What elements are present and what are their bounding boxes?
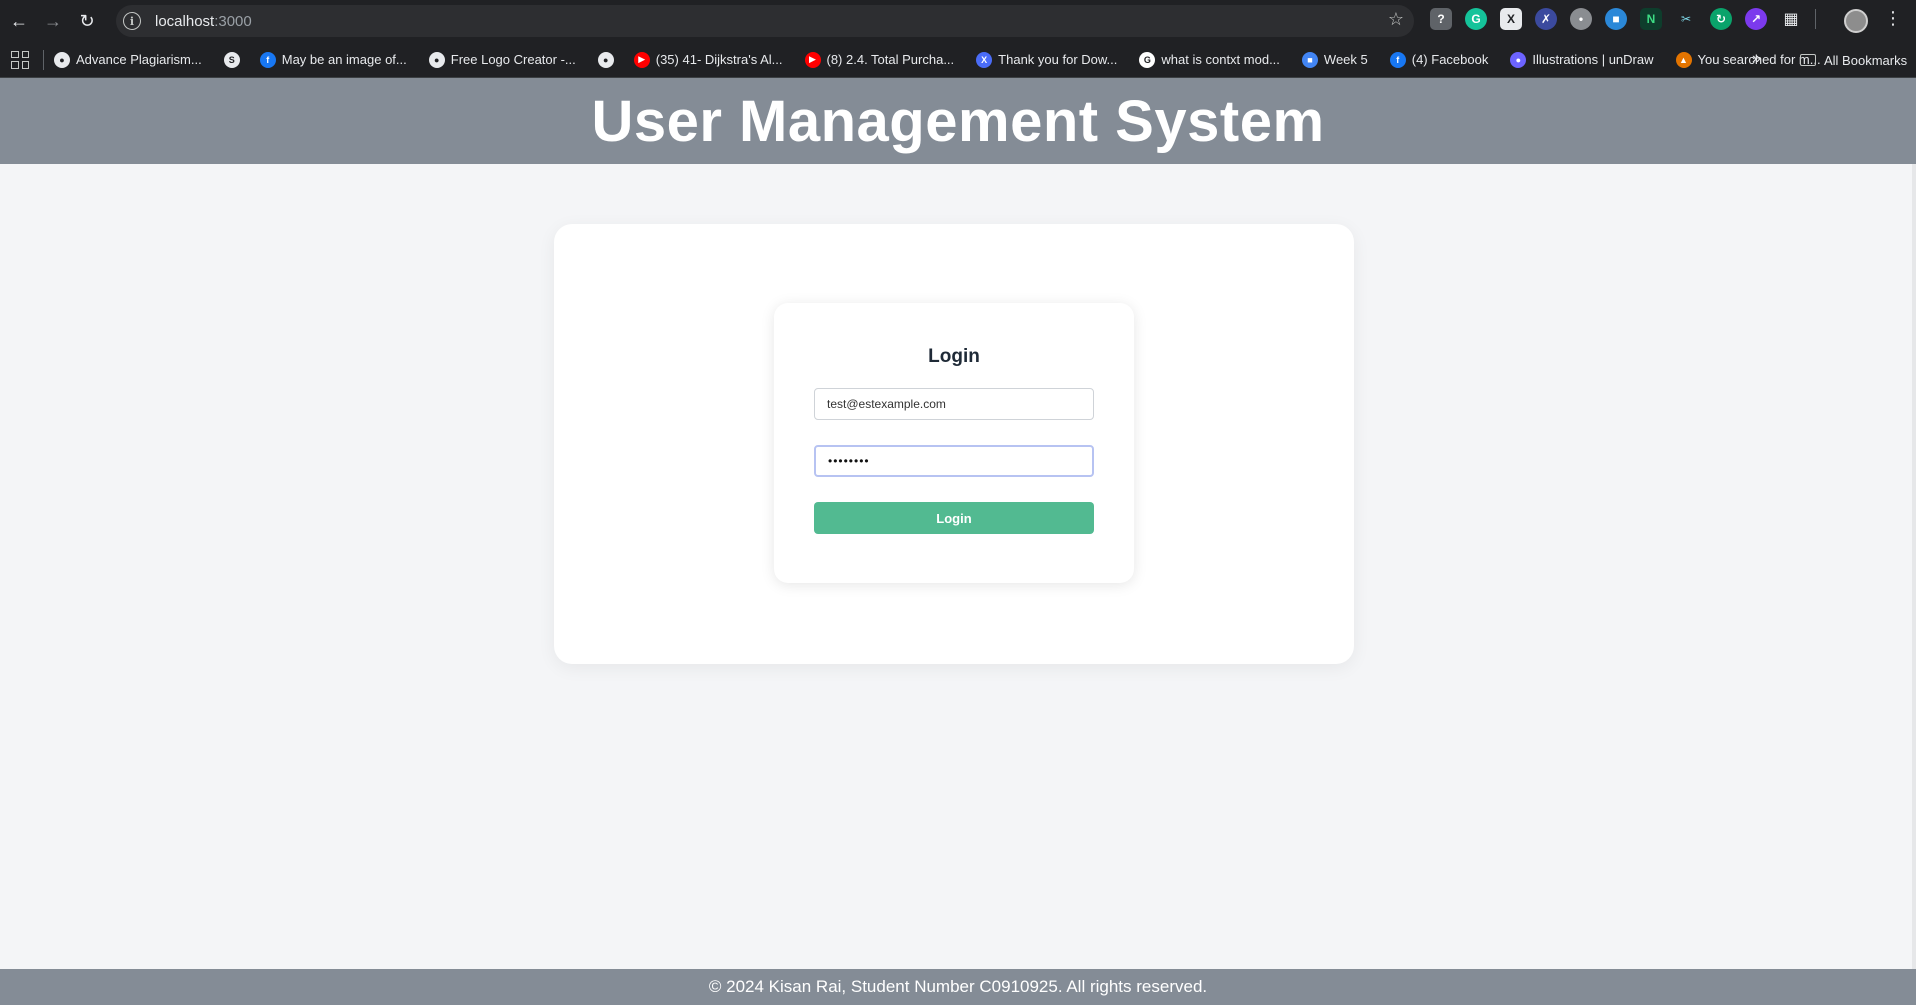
folder-icon (1800, 54, 1816, 66)
more-bookmarks-icon[interactable]: » (1752, 50, 1761, 68)
profile-avatar[interactable] (1844, 9, 1868, 33)
bookmarks-bar: ● Advance Plagiarism... Sf May be an image … (0, 42, 1916, 78)
login-card: Login Login (774, 303, 1134, 583)
login-button[interactable]: Login (814, 502, 1094, 534)
bookmark-label: (35) 41- Dijkstra's Al... (655, 52, 783, 67)
bookmark-item[interactable]: f May be an image of... (259, 51, 407, 68)
bookmark-item[interactable]: ● Illustrations | unDraw (1510, 51, 1654, 68)
browser-toolbar: ← → ↻ i localhost:3000 ☆ ? G X ✗ • ■ N ✂… (0, 0, 1916, 42)
bookmark-item[interactable]: f (4) Facebook (1389, 51, 1489, 68)
gray-extension-icon[interactable]: • (1570, 8, 1592, 30)
url-port: :3000 (214, 12, 252, 30)
app-header: User Management System (0, 78, 1916, 164)
sst-icon: S (223, 51, 240, 68)
url-host: localhost (155, 12, 215, 30)
puzzle-extensions-icon[interactable]: ▦ (1780, 8, 1802, 30)
reload-icon[interactable]: ↻ (72, 6, 102, 36)
bookmark-label: Free Logo Creator -... (450, 52, 576, 67)
bookmark-star-icon[interactable]: ☆ (1388, 9, 1404, 30)
undraw-icon: ● (1510, 51, 1527, 68)
page-title: User Management System (591, 88, 1325, 154)
bookmark-label: what is contxt mod... (1161, 52, 1280, 67)
footer-copyright: © 2024 Kisan Rai, Student Number C091092… (708, 977, 1208, 996)
bookmark-item[interactable]: S (223, 51, 246, 68)
classroom-icon: ■ (1301, 51, 1318, 68)
toolbar-divider (1815, 9, 1816, 29)
bookmark-item[interactable]: ▶ (35) 41- Dijkstra's Al... (633, 51, 783, 68)
grammarly-extension-icon[interactable]: G (1465, 8, 1487, 30)
bookmark-item[interactable]: X Thank you for Dow... (976, 51, 1118, 68)
back-arrow-icon[interactable]: ← (4, 6, 34, 36)
bookmark-label: (4) Facebook (1411, 52, 1489, 67)
globe-icon: ● (597, 51, 614, 68)
bookmark-label: Week 5 (1323, 52, 1368, 67)
address-bar[interactable]: i localhost:3000 ☆ (116, 5, 1414, 37)
login-title: Login (928, 346, 980, 367)
site-info-icon[interactable]: i (123, 12, 141, 30)
x-icon: X (976, 51, 993, 68)
blue-extension-icon[interactable]: ■ (1605, 8, 1627, 30)
fire-icon: ▲ (1675, 51, 1692, 68)
bookmark-item[interactable]: ▶ (8) 2.4. Total Purcha... (804, 51, 955, 68)
n-extension-icon[interactable]: N (1640, 8, 1662, 30)
forward-arrow-icon[interactable]: → (38, 6, 68, 36)
bookmark-label: May be an image of... (281, 52, 407, 67)
youtube-icon: ▶ (633, 51, 650, 68)
all-bookmarks-label: All Bookmarks (1824, 52, 1908, 68)
google-icon: G (1139, 51, 1156, 68)
bookmark-label: Thank you for Dow... (998, 52, 1118, 67)
bookmark-label: Illustrations | unDraw (1532, 52, 1654, 67)
bookmark-item[interactable]: ● Advance Plagiarism... (54, 51, 202, 68)
extensions-row: ? G X ✗ • ■ N ✂ ↻ ↗ ▦ (1430, 8, 1816, 30)
bookmark-label: (8) 2.4. Total Purcha... (826, 52, 955, 67)
bookmark-label: Advance Plagiarism... (76, 52, 202, 67)
green-extension-icon[interactable]: ↻ (1710, 8, 1732, 30)
bookmark-list: ● Advance Plagiarism... Sf May be an image … (54, 51, 1843, 68)
bookmark-item[interactable]: ● Free Logo Creator -... (428, 51, 576, 68)
facebook-icon: f (259, 51, 276, 68)
menu-kebab-icon[interactable]: ⋮ (1884, 8, 1902, 29)
bookmark-item[interactable]: Gwhat is contxt mod... (1139, 51, 1280, 68)
bookmark-item[interactable]: ▲ You searched for m... (1675, 51, 1821, 68)
apps-grid-icon[interactable] (11, 50, 29, 69)
bookmarks-divider (43, 49, 44, 70)
globe-icon: ● (428, 51, 445, 68)
facebook-icon: f (1389, 51, 1406, 68)
help-extension-icon[interactable]: ? (1430, 8, 1452, 30)
page-scrollbar[interactable] (1912, 164, 1916, 969)
all-bookmarks-button[interactable]: All Bookmarks (1800, 42, 1907, 78)
purple-extension-icon[interactable]: ↗ (1745, 8, 1767, 30)
bookmark-item[interactable]: ■ Week 5 (1301, 51, 1368, 68)
password-field[interactable] (814, 445, 1094, 477)
bookmark-item[interactable]: ● (597, 51, 620, 68)
globe-icon: ● (54, 51, 70, 68)
email-field[interactable] (814, 388, 1094, 420)
page-footer: © 2024 Kisan Rai, Student Number C091092… (0, 969, 1916, 1005)
youtube-icon: ▶ (804, 51, 821, 68)
x-extension-icon[interactable]: X (1500, 8, 1522, 30)
shield-extension-icon[interactable]: ✗ (1535, 8, 1557, 30)
scissors-extension-icon[interactable]: ✂ (1675, 8, 1697, 30)
